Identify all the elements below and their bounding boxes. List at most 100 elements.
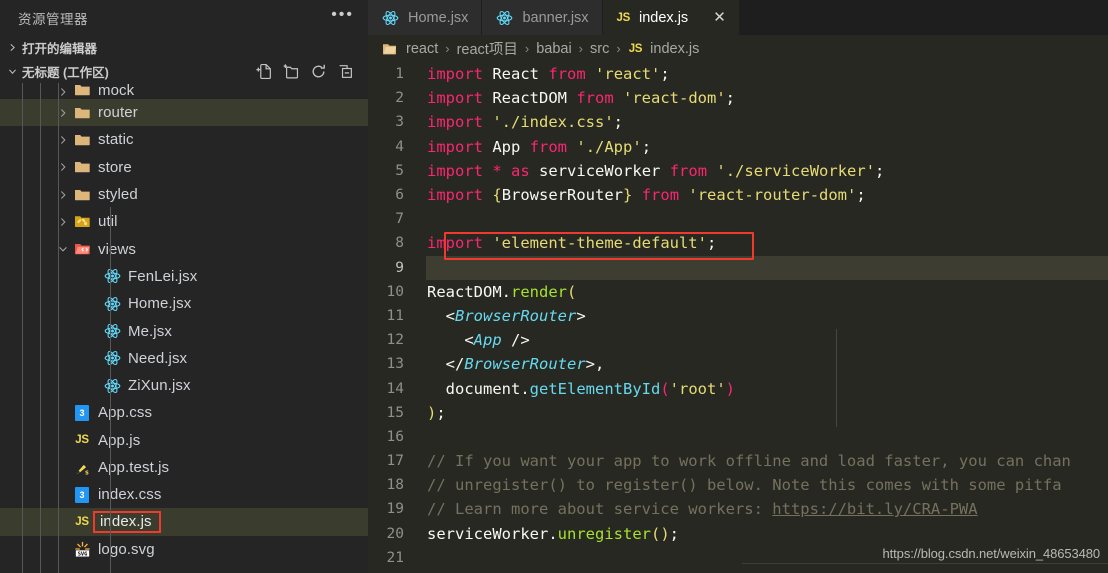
code-line-8[interactable]: 8import 'element-theme-default'; — [368, 231, 1108, 255]
breadcrumb-item-4[interactable]: index.js — [647, 41, 702, 57]
code-line-5[interactable]: 5import * as serviceWorker from './servi… — [368, 159, 1108, 183]
tree-item-need-jsx[interactable]: Need.jsx — [0, 345, 368, 372]
tree-item-styled[interactable]: styled — [0, 181, 368, 208]
tab-bar-empty-space — [740, 0, 1108, 35]
css-file-icon: 3 — [73, 486, 91, 504]
tree-item-label: router — [98, 104, 138, 121]
breadcrumb: react›react项目›babai›src›JSindex.js — [368, 35, 1108, 62]
code-line-10[interactable]: 10ReactDOM.render( — [368, 280, 1108, 304]
chevron-down-icon[interactable] — [56, 242, 70, 256]
code-line-content: <App /> — [426, 328, 1108, 352]
tree-item-me-jsx[interactable]: Me.jsx — [0, 317, 368, 344]
file-tree[interactable]: mock router static store styled util views FenL… — [0, 83, 368, 573]
breadcrumb-item-3[interactable]: src — [587, 41, 612, 57]
line-number: 1 — [368, 66, 426, 82]
tree-item-logo-svg[interactable]: SVG logo.svg — [0, 536, 368, 563]
tree-item-label: styled — [98, 186, 138, 203]
tree-item-router[interactable]: router — [0, 99, 368, 126]
chevron-right-icon[interactable] — [56, 215, 70, 229]
folder-icon — [73, 83, 91, 99]
line-number: 21 — [368, 550, 426, 566]
line-number: 8 — [368, 235, 426, 251]
section-workspace[interactable]: 无标题 (工作区) — [0, 59, 368, 83]
code-line-9[interactable]: 9 — [368, 256, 1108, 280]
code-line-content: // If you want your app to work offline … — [426, 449, 1108, 473]
tree-item-store[interactable]: store — [0, 154, 368, 181]
line-number: 10 — [368, 284, 426, 300]
tools-folder-icon — [73, 213, 91, 231]
tree-item-app-test-js[interactable]: sApp.test.js — [0, 454, 368, 481]
tree-item-zixun-jsx[interactable]: ZiXun.jsx — [0, 372, 368, 399]
close-icon[interactable]: ✕ — [713, 10, 726, 25]
new-file-icon[interactable] — [256, 63, 273, 80]
code-editor[interactable]: 1import React from 'react';2import React… — [368, 62, 1108, 573]
code-line-content — [426, 207, 1108, 231]
code-line-14[interactable]: 14 document.getElementById('root') — [368, 376, 1108, 400]
code-line-18[interactable]: 18// unregister() to register() below. N… — [368, 473, 1108, 497]
code-line-20[interactable]: 20serviceWorker.unregister(); — [368, 522, 1108, 546]
new-folder-icon[interactable] — [283, 63, 300, 80]
tree-item-label: views — [98, 241, 136, 258]
code-line-content: import './index.css'; — [426, 110, 1108, 134]
refresh-icon[interactable] — [310, 63, 327, 80]
tree-item-static[interactable]: static — [0, 126, 368, 153]
explorer-actions — [256, 63, 368, 80]
breadcrumb-item-2[interactable]: babai — [533, 41, 574, 57]
chevron-right-icon[interactable] — [56, 133, 70, 147]
tree-item-label: logo.svg — [98, 541, 155, 558]
code-line-content: import * as serviceWorker from './servic… — [426, 159, 1108, 183]
tree-item-util[interactable]: util — [0, 208, 368, 235]
editor-tab-index-js[interactable]: JSindex.js✕ — [603, 0, 740, 35]
tree-item-home-jsx[interactable]: Home.jsx — [0, 290, 368, 317]
code-line-11[interactable]: 11 <BrowserRouter> — [368, 304, 1108, 328]
editor-pane: Home.jsxbanner.jsxJSindex.js✕ react›reac… — [368, 0, 1108, 573]
react-file-icon — [103, 295, 121, 313]
chevron-right-icon[interactable] — [56, 188, 70, 202]
react-file-icon — [103, 349, 121, 367]
code-line-2[interactable]: 2import ReactDOM from 'react-dom'; — [368, 86, 1108, 110]
code-line-7[interactable]: 7 — [368, 207, 1108, 231]
tree-item-views[interactable]: views — [0, 235, 368, 262]
editor-tab-home-jsx[interactable]: Home.jsx — [368, 0, 482, 35]
editor-tab-label: banner.jsx — [522, 10, 588, 26]
editor-tab-bar: Home.jsx banner.jsx JSindex.js✕ — [368, 0, 1108, 35]
collapse-all-icon[interactable] — [337, 63, 354, 80]
explorer-title: 资源管理器 — [18, 8, 331, 28]
tree-item-label: store — [98, 159, 132, 176]
code-line-3[interactable]: 3import './index.css'; — [368, 110, 1108, 134]
editor-tab-banner-jsx[interactable]: banner.jsx — [482, 0, 602, 35]
breadcrumb-item-0[interactable]: react — [403, 41, 441, 57]
code-line-4[interactable]: 4import App from './App'; — [368, 135, 1108, 159]
code-line-content: serviceWorker.unregister(); — [426, 522, 1108, 546]
tree-item-fenlei-jsx[interactable]: FenLei.jsx — [0, 263, 368, 290]
folder-icon — [382, 42, 398, 56]
chevron-right-icon[interactable] — [56, 106, 70, 120]
breadcrumb-item-1[interactable]: react项目 — [454, 38, 521, 59]
breadcrumb-separator: › — [521, 41, 533, 56]
chevron-right-icon[interactable] — [56, 160, 70, 174]
code-line-19[interactable]: 19// Learn more about service workers: h… — [368, 497, 1108, 521]
ellipsis-icon[interactable]: ••• — [331, 11, 354, 25]
js-file-icon: JS — [629, 43, 642, 55]
folder-icon — [73, 186, 91, 204]
svg-text:s: s — [84, 467, 88, 476]
code-line-12[interactable]: 12 <App /> — [368, 328, 1108, 352]
section-open-editors[interactable]: 打开的编辑器 — [0, 35, 368, 59]
explorer-sidebar: 资源管理器 ••• 打开的编辑器 无标题 (工作区) — [0, 0, 368, 573]
code-line-1[interactable]: 1import React from 'react'; — [368, 62, 1108, 86]
svg-file-icon: SVG — [73, 540, 91, 558]
code-line-17[interactable]: 17// If you want your app to work offlin… — [368, 449, 1108, 473]
chevron-right-icon — [4, 39, 20, 55]
editor-tab-label: Home.jsx — [408, 10, 468, 26]
chevron-right-icon[interactable] — [56, 85, 70, 99]
tree-item-mock[interactable]: mock — [0, 83, 368, 99]
code-line-13[interactable]: 13 </BrowserRouter>, — [368, 352, 1108, 376]
tree-item-index-css[interactable]: 3index.css — [0, 481, 368, 508]
tree-item-index-js[interactable]: JSindex.js — [0, 508, 368, 535]
code-line-15[interactable]: 15); — [368, 401, 1108, 425]
tree-item-label: Home.jsx — [128, 295, 191, 312]
code-line-16[interactable]: 16 — [368, 425, 1108, 449]
code-line-6[interactable]: 6import {BrowserRouter} from 'react-rout… — [368, 183, 1108, 207]
tree-item-app-js[interactable]: JSApp.js — [0, 427, 368, 454]
tree-item-app-css[interactable]: 3App.css — [0, 399, 368, 426]
